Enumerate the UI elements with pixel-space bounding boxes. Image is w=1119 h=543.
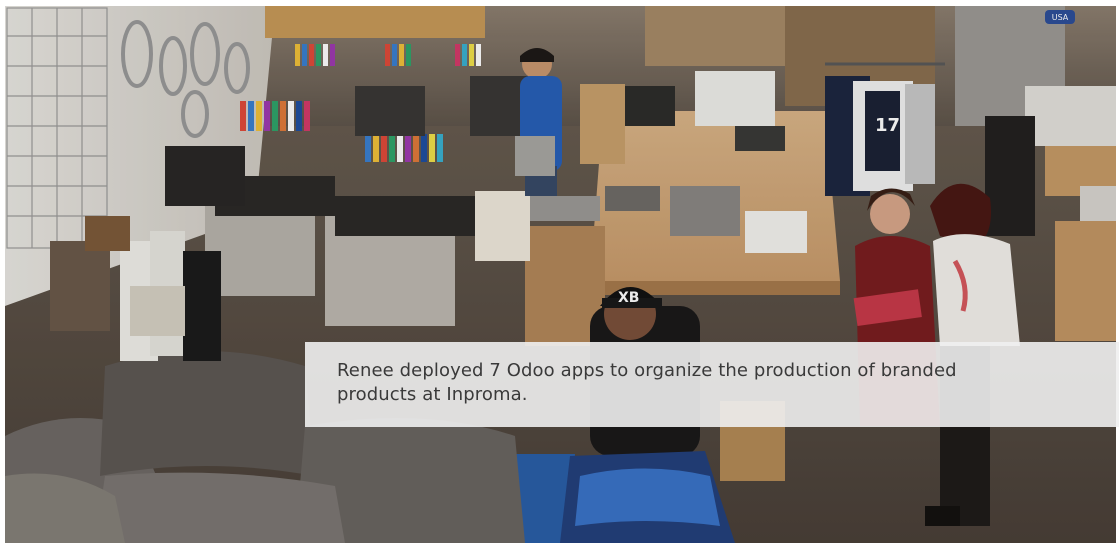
testimonial-banner: USA 17 XB Renee deployed 7 Odoo apps to … [0,0,1119,543]
workshop-photo: USA 17 XB [5,6,1116,543]
caption-overlay: Renee deployed 7 Odoo apps to organize t… [305,342,1119,427]
caption-text: Renee deployed 7 Odoo apps to organize t… [337,360,957,405]
workshop-scene: USA 17 XB [5,6,1116,543]
